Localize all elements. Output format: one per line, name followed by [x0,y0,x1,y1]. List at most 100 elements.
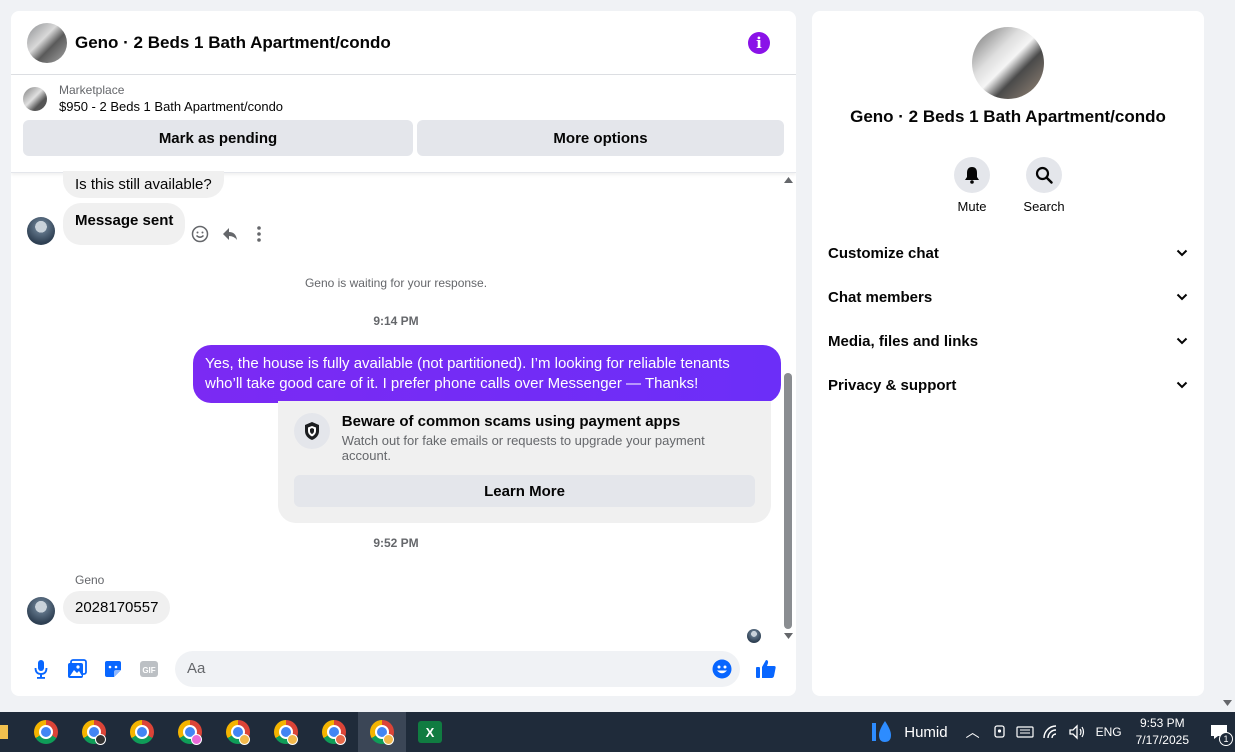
scam-warning-card: Beware of common scams using payment app… [278,401,771,523]
profile-badge [239,734,250,745]
shield-icon [294,413,330,449]
clock-time: 9:53 PM [1139,716,1185,730]
info-panel: Geno · 2 Beds 1 Bath Apartment/condo Mut… [812,11,1204,696]
chevron-down-icon [1176,249,1188,257]
profile-avatar[interactable] [972,27,1044,99]
more-icon[interactable] [251,225,267,243]
scroll-down-icon[interactable] [784,633,793,639]
more-options-button[interactable]: More options [417,120,784,156]
gallery-icon[interactable] [59,651,95,687]
chat-panel: Geno · 2 Beds 1 Bath Apartment/condo i M… [11,11,796,696]
page-scrollbar[interactable] [1220,0,1235,712]
chat-title[interactable]: Geno · 2 Beds 1 Bath Apartment/condo [75,33,748,53]
reply-icon[interactable] [221,225,239,243]
taskbar-chrome[interactable] [262,712,310,752]
water-drop-icon[interactable] [870,719,896,745]
taskbar-chrome[interactable] [166,712,214,752]
marketplace-bar: Marketplace $950 - 2 Beds 1 Bath Apartme… [11,75,796,173]
react-icon[interactable] [191,225,209,243]
message-list: Is this still available? Message sent Ge… [11,171,781,643]
profile-name: Geno · 2 Beds 1 Bath Apartment/condo [850,107,1166,126]
avatar[interactable] [27,597,55,625]
chevron-up-icon[interactable]: ︿ [966,722,980,742]
clock[interactable]: 9:53 PM 7/17/2025 [1136,715,1189,749]
taskbar-chrome-active[interactable] [358,712,406,752]
message-input-placeholder: Aa [187,660,206,677]
info-icon[interactable]: i [748,31,770,54]
mute-button[interactable]: Mute [954,157,990,214]
weather-label[interactable]: Humid [904,724,947,741]
meet-icon[interactable] [992,724,1008,740]
system-tray: Humid ︿ ENG 9:53 PM 7/17/2025 1 [870,712,1235,752]
listing-title[interactable]: $950 - 2 Beds 1 Bath Apartment/condo [59,99,283,114]
message-bubble-outgoing: Yes, the house is fully available (not p… [193,345,781,403]
section-media-files-links[interactable]: Media, files and links [812,319,1204,363]
thumbs-up-icon[interactable] [748,651,784,687]
message-bubble: 2028170557 [63,591,171,624]
notification-button[interactable]: 1 [1203,712,1235,752]
timestamp: 9:14 PM [373,314,419,328]
info-sections: Customize chat Chat members Media, files… [812,231,1204,407]
chrome-icon [34,720,58,744]
chat-header: Geno · 2 Beds 1 Bath Apartment/condo i [11,11,796,75]
chat-avatar[interactable] [27,22,67,63]
search-button[interactable]: Search [1023,157,1065,214]
microphone-icon[interactable] [23,651,59,687]
keyboard-icon[interactable] [1015,724,1034,740]
taskbar-chrome[interactable] [70,712,118,752]
sender-name: Geno [75,573,105,587]
scam-title: Beware of common scams using payment app… [341,413,681,430]
scroll-up-icon[interactable] [784,177,793,183]
profile-badge [383,734,394,745]
section-chat-members[interactable]: Chat members [812,275,1204,319]
language-indicator[interactable]: ENG [1096,725,1122,739]
svg-text:GIF: GIF [142,666,155,675]
section-label: Customize chat [828,244,939,262]
taskbar-chrome[interactable] [118,712,166,752]
taskbar: X Humid ︿ ENG 9:53 PM 7/17/2025 1 [0,712,1235,752]
scroll-down-icon[interactable] [1223,700,1232,706]
taskbar-chrome[interactable] [214,712,262,752]
gif-icon[interactable]: GIF [131,651,167,687]
listing-thumbnail[interactable] [23,86,47,111]
learn-more-button[interactable]: Learn More [294,475,755,507]
message-input[interactable]: Aa [175,650,740,687]
chrome-icon [130,720,154,744]
search-icon [1026,157,1062,193]
scam-subtitle: Watch out for fake emails or requests to… [341,433,705,463]
section-privacy-support[interactable]: Privacy & support [812,363,1204,407]
profile-badge [191,734,202,745]
section-label: Privacy & support [828,376,957,394]
sticker-icon[interactable] [95,651,131,687]
section-customize-chat[interactable]: Customize chat [812,231,1204,275]
message-scrollbar[interactable] [781,173,796,643]
mark-pending-button[interactable]: Mark as pending [23,120,413,156]
chevron-down-icon [1176,293,1188,301]
chevron-down-icon [1176,381,1188,389]
wifi-icon[interactable] [1042,724,1060,740]
marketplace-label: Marketplace [59,83,125,97]
clock-date: 7/17/2025 [1135,733,1189,747]
file-explorer-icon[interactable] [0,712,10,752]
scroll-thumb[interactable] [784,373,792,629]
message-bubble: Message sent [63,203,186,245]
section-label: Chat members [828,288,933,306]
waiting-notice: Geno is waiting for your response. [304,276,488,290]
emoji-icon[interactable] [712,659,732,679]
profile-badge [287,734,298,745]
taskbar-excel[interactable]: X [406,712,454,752]
profile-badge [335,734,346,745]
taskbar-chrome[interactable] [22,712,70,752]
search-label: Search [1023,199,1065,214]
excel-icon: X [418,721,442,743]
section-label: Media, files and links [828,332,979,350]
avatar[interactable] [27,217,55,245]
mute-label: Mute [957,199,987,214]
taskbar-chrome[interactable] [310,712,358,752]
bell-icon [954,157,990,193]
composer: GIF Aa [11,641,796,696]
message-bubble: Is this still available? [63,171,224,198]
speaker-icon[interactable] [1068,724,1086,740]
chevron-down-icon [1176,337,1188,345]
notification-count: 1 [1219,732,1233,746]
